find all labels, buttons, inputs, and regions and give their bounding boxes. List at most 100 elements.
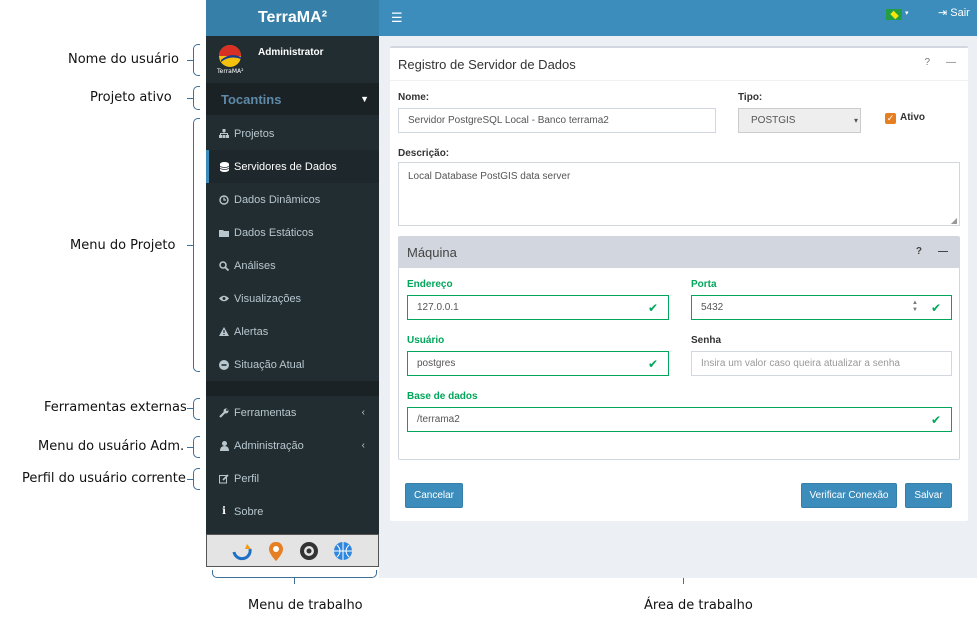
annotation-work-area: Área de trabalho [644, 598, 753, 613]
partner-logo-icon [231, 540, 253, 562]
annotation-user-name: Nome do usuário [68, 52, 179, 67]
sidebar-item-current-status[interactable]: Situação Atual [206, 348, 379, 381]
address-label: Endereço [407, 279, 453, 290]
sidebar-item-static-data[interactable]: Dados Estáticos [206, 216, 379, 249]
sidebar-separator [206, 381, 379, 396]
sidebar-item-tools[interactable]: Ferramentas ‹ [206, 396, 379, 429]
verify-connection-button[interactable]: Verificar Conexão [801, 483, 897, 508]
sidebar-item-label: Situação Atual [234, 358, 305, 371]
brace-work-menu [212, 570, 377, 578]
name-label: Nome: [398, 92, 430, 103]
sidebar-item-about[interactable]: i Sobre [206, 495, 379, 528]
database-value: /terrama2 [417, 414, 460, 425]
description-field[interactable]: Local Database PostGIS data server ◢ [398, 162, 960, 226]
app-logo[interactable]: TerraMA² [206, 0, 379, 36]
annotation-active-project: Projeto ativo [90, 90, 172, 105]
annotation-work-menu: Menu de trabalho [248, 598, 363, 613]
database-field[interactable]: /terrama2 ✔ [407, 407, 952, 432]
resize-handle-icon[interactable]: ◢ [951, 216, 957, 225]
flag-brazil-icon[interactable] [886, 9, 902, 20]
sidebar-item-label: Dados Estáticos [234, 226, 314, 239]
box-tools: ? — [924, 57, 956, 68]
sidebar-item-label: Perfil [234, 472, 260, 485]
type-select[interactable]: POSTGIS ▾ [738, 108, 861, 133]
chevron-left-icon: ‹ [361, 407, 365, 418]
collapse-icon[interactable]: — [938, 246, 948, 257]
sidebar-item-projects[interactable]: Projetos [206, 117, 379, 150]
sitemap-icon [219, 129, 229, 138]
brace-external-tools [193, 398, 200, 420]
clock-icon [219, 194, 229, 205]
info-icon: i [222, 506, 226, 517]
password-field[interactable]: Insira um valor caso queira atualizar a … [691, 351, 952, 376]
check-icon: ✔ [930, 412, 941, 427]
sidebar-item-visualizations[interactable]: Visualizações [206, 282, 379, 315]
machine-title: Máquina [399, 237, 959, 268]
active-checkbox[interactable]: ✓ [885, 113, 896, 124]
brace-current-profile [193, 468, 200, 490]
check-icon: ✔ [930, 300, 941, 315]
menu-toggle-icon[interactable]: ☰ [391, 10, 403, 26]
user-name: Administrator [258, 47, 324, 58]
database-label: Base de dados [407, 391, 478, 402]
sidebar-item-label: Servidores de Dados [234, 160, 337, 173]
annotation-external-tools: Ferramentas externas [44, 400, 187, 415]
brace-project-menu [193, 118, 200, 372]
port-value: 5432 [701, 302, 724, 313]
form-title: Registro de Servidor de Dados [390, 48, 968, 81]
cancel-button[interactable]: Cancelar [405, 483, 463, 508]
description-label: Descrição: [398, 148, 450, 159]
collapse-icon[interactable]: — [946, 57, 956, 68]
sidebar-item-label: Projetos [234, 127, 275, 140]
caret-down-icon: ▼ [360, 94, 369, 104]
logout-label: Sair [950, 7, 970, 19]
minus-circle-icon [219, 359, 229, 370]
sidebar-item-label: Análises [234, 259, 276, 272]
name-value: Servidor PostgreSQL Local - Banco terram… [408, 115, 609, 126]
password-label: Senha [691, 335, 722, 346]
sidebar-item-label: Visualizações [234, 292, 302, 305]
user-avatar: TerraMA² [216, 44, 244, 75]
brace-admin-menu [193, 436, 200, 458]
select-arrow-icon: ▾ [853, 116, 858, 125]
top-navbar: ☰ ▾ ⇥ Sair [379, 0, 977, 36]
sign-out-icon: ⇥ [938, 7, 948, 19]
sidebar-item-profile[interactable]: Perfil [206, 462, 379, 495]
sidebar-item-administration[interactable]: Administração ‹ [206, 429, 379, 462]
svg-text:TerraMA²: TerraMA² [216, 68, 244, 74]
help-icon[interactable]: ? [924, 57, 930, 68]
port-label: Porta [691, 279, 717, 290]
name-field[interactable]: Servidor PostgreSQL Local - Banco terram… [398, 108, 716, 133]
sidebar-item-label: Ferramentas [234, 406, 297, 419]
caret-down-icon[interactable]: ▾ [905, 9, 909, 17]
sidebar-item-data-servers[interactable]: Servidores de Dados [206, 150, 379, 183]
help-icon[interactable]: ? [916, 246, 922, 257]
wrench-icon [219, 408, 229, 418]
sidebar-item-label: Sobre [234, 505, 264, 518]
logout-button[interactable]: ⇥ Sair [938, 6, 970, 19]
project-selector[interactable]: Tocantins ▼ [206, 83, 379, 115]
sidebar: TerraMA² TerraMA² Administrator Tocantin… [206, 0, 379, 567]
description-value: Local Database PostGIS data server [408, 171, 571, 182]
brace-user-name [193, 44, 200, 76]
sidebar-item-alerts[interactable]: Alertas [206, 315, 379, 348]
chevron-left-icon: ‹ [361, 440, 365, 451]
spinner-icon[interactable]: ▲ ▼ [912, 300, 918, 314]
annotation-admin-menu: Menu do usuário Adm. [38, 439, 185, 454]
save-button[interactable]: Salvar [905, 483, 952, 508]
annotation-current-profile: Perfil do usuário corrente [22, 471, 186, 486]
annotation-project-menu: Menu do Projeto [70, 238, 176, 253]
sidebar-item-label: Dados Dinâmicos [234, 193, 321, 206]
sidebar-item-dynamic-data[interactable]: Dados Dinâmicos [206, 183, 379, 216]
partner-logo-icon [332, 540, 354, 562]
address-field[interactable]: 127.0.0.1 ✔ [407, 295, 669, 320]
type-value: POSTGIS [751, 115, 796, 126]
port-field[interactable]: 5432 ▲ ▼ ✔ [691, 295, 952, 320]
user-icon [219, 440, 229, 451]
data-server-form: Registro de Servidor de Dados ? — Nome: … [390, 46, 968, 521]
sidebar-item-analyses[interactable]: Análises [206, 249, 379, 282]
user-field[interactable]: postgres ✔ [407, 351, 669, 376]
user-panel: TerraMA² Administrator [206, 36, 379, 83]
brace-active-project [193, 86, 200, 110]
work-area: Registro de Servidor de Dados ? — Nome: … [379, 36, 977, 578]
